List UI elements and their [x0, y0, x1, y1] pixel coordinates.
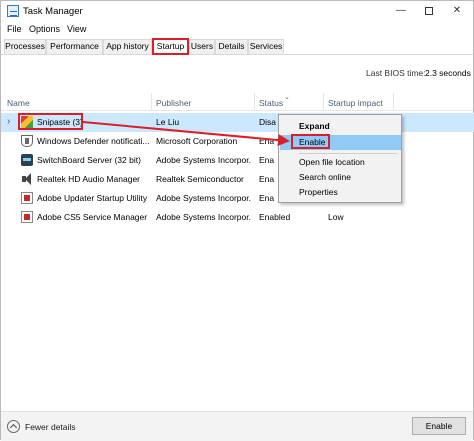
row-name: Adobe Updater Startup Utility [37, 193, 148, 203]
menu-view[interactable]: View [67, 24, 86, 34]
table-row[interactable]: Adobe CS5 Service Manager Adobe Systems … [1, 208, 474, 227]
tab-performance[interactable]: Performance [46, 39, 103, 54]
maximize-icon [425, 7, 433, 15]
row-publisher: Adobe Systems Incorpor... [156, 155, 251, 165]
menu-item-open-file-location[interactable]: Open file location [280, 155, 401, 170]
row-publisher: Realtek Semiconductor [156, 174, 244, 184]
row-publisher: Microsoft Corporation [156, 136, 238, 146]
table-row[interactable]: SwitchBoard Server (32 bit) Adobe System… [1, 151, 474, 170]
tab-users[interactable]: Users [189, 39, 215, 54]
menu-options[interactable]: Options [29, 24, 60, 34]
table-row[interactable]: Windows Defender notificati... Microsoft… [1, 132, 474, 151]
tab-startup[interactable]: Startup [152, 38, 189, 55]
menu-item-search-online[interactable]: Search online [280, 170, 401, 185]
row-publisher: Adobe Systems Incorpor... [156, 193, 251, 203]
row-publisher: Le Liu [156, 117, 180, 127]
row-status: Enabled [259, 212, 291, 222]
close-button[interactable]: ✕ [443, 1, 471, 21]
row-name: SwitchBoard Server (32 bit) [37, 155, 141, 165]
expand-chevron-icon[interactable]: › [7, 116, 10, 127]
column-header: Name Publisher ⌄ Status Startup impact [1, 93, 473, 111]
tab-app-history[interactable]: App history [103, 39, 152, 54]
menu-item-properties[interactable]: Properties [280, 185, 401, 200]
menu-separator [299, 153, 397, 154]
task-manager-window: Task Manager — ✕ File Options View Proce… [0, 0, 474, 441]
adobe-icon [21, 192, 33, 204]
collapse-chevron-icon[interactable] [7, 420, 20, 433]
bios-time-label: Last BIOS time: [366, 68, 426, 78]
enable-button[interactable]: Enable [412, 417, 466, 435]
bios-time-value: 2.3 seconds [425, 68, 471, 78]
tab-services[interactable]: Services [248, 39, 284, 54]
menu-bar: File Options View [1, 21, 473, 36]
column-name[interactable]: Name [7, 98, 30, 108]
context-menu: Expand Enable Open file location Search … [278, 114, 402, 203]
row-name: Realtek HD Audio Manager [37, 174, 141, 184]
footer-bar: Fewer details Enable [1, 411, 473, 441]
row-name: Windows Defender notificati... [37, 136, 149, 146]
minimize-button[interactable]: — [387, 1, 415, 21]
menu-file[interactable]: File [7, 24, 22, 34]
column-divider[interactable] [393, 93, 394, 111]
adobe-icon [21, 211, 33, 223]
column-divider[interactable] [254, 93, 255, 111]
switchboard-icon [21, 154, 33, 166]
row-publisher: Adobe Systems Incorpor... [156, 212, 251, 222]
task-manager-icon [7, 5, 19, 17]
maximize-button[interactable] [415, 1, 443, 21]
row-name: Adobe CS5 Service Manager [37, 212, 148, 222]
shield-icon [21, 135, 33, 147]
column-startup-impact[interactable]: Startup impact [328, 98, 383, 108]
tab-details[interactable]: Details [215, 39, 248, 54]
column-divider[interactable] [151, 93, 152, 111]
menu-item-expand[interactable]: Expand [280, 119, 401, 134]
window-title: Task Manager [23, 6, 83, 17]
annotation-highlight-snipaste [18, 113, 83, 130]
tab-bar: Processes Performance App history Startu… [1, 38, 473, 55]
row-startup-impact: Low [328, 212, 344, 222]
speaker-icon [21, 173, 33, 185]
table-row[interactable]: Realtek HD Audio Manager Realtek Semicon… [1, 170, 474, 189]
column-status[interactable]: Status [259, 98, 283, 108]
sort-chevron-icon: ⌄ [284, 94, 290, 101]
table-row[interactable]: Adobe Updater Startup Utility Adobe Syst… [1, 189, 474, 208]
tab-processes[interactable]: Processes [4, 39, 46, 54]
fewer-details-link[interactable]: Fewer details [25, 422, 76, 432]
column-publisher[interactable]: Publisher [156, 98, 191, 108]
column-divider[interactable] [323, 93, 324, 111]
annotation-highlight-enable [291, 134, 330, 149]
title-bar: Task Manager — ✕ [1, 1, 473, 21]
